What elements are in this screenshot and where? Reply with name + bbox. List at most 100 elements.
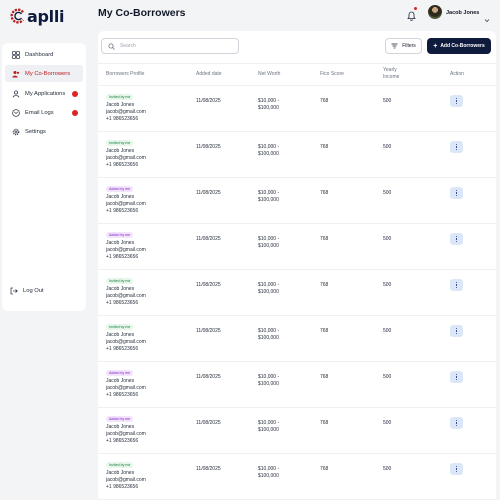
grid-icon [12, 50, 20, 59]
logo[interactable]: aplli [10, 5, 65, 27]
logout-label: Log Out [23, 288, 44, 294]
borrower-email: jacob@gmail.com [106, 201, 146, 208]
borrower-email: jacob@gmail.com [106, 155, 146, 162]
borrower-profile: Jacob Jones jacob@gmail.com +1 986523656 [106, 286, 146, 308]
net-worth-line1: $10,000 - [258, 144, 280, 150]
fico-score: 768 [320, 374, 329, 380]
header-net-worth: Net Worth [258, 71, 281, 77]
sidebar-item-my-co-borrowers[interactable]: My Co-Borrowers [5, 65, 83, 82]
row-actions-button[interactable] [450, 187, 463, 199]
status-badge: Added by me [106, 186, 134, 192]
sidebar-item-label: My Co-Borrowers [25, 70, 71, 77]
fico-score: 768 [320, 236, 329, 242]
net-worth-line1: $10,000 - [258, 98, 280, 104]
avatar[interactable] [428, 5, 442, 19]
borrower-phone: +1 986523656 [106, 346, 139, 353]
filters-button[interactable]: Filters [385, 38, 422, 54]
net-worth-line1: $10,000 - [258, 328, 280, 334]
logout-button[interactable]: Log Out [10, 287, 44, 295]
filters-label: Filters [402, 43, 416, 49]
add-co-borrowers-button[interactable]: + Add Co-Borrowers [427, 38, 491, 54]
mail-icon [12, 108, 20, 117]
sidebar-item-settings[interactable]: Settings [5, 123, 83, 140]
row-actions-button[interactable] [450, 371, 463, 383]
net-worth: $10,000 - $100,000 [258, 190, 279, 204]
search-icon [108, 43, 115, 50]
borrower-name: Jacob Jones [106, 102, 135, 108]
status-badge: Added by me [106, 416, 134, 422]
co-borrowers-card: Filters + Add Co-Borrowers Borrowers Pro… [98, 31, 496, 500]
borrower-email: jacob@gmail.com [106, 293, 146, 300]
fico-score: 768 [320, 144, 329, 150]
row-actions-button[interactable] [450, 95, 463, 107]
user-icon [12, 89, 20, 98]
kebab-menu-icon [455, 328, 458, 334]
logout-icon [10, 287, 18, 295]
header-yearly-income: Yearly Income [383, 67, 399, 81]
sidebar-item-label: My Applications [25, 90, 66, 97]
yearly-income: 500 [383, 282, 392, 288]
fico-score: 768 [320, 328, 329, 334]
borrower-email: jacob@gmail.com [106, 339, 146, 346]
net-worth-line2: $100,000 [258, 381, 279, 387]
borrower-name: Jacob Jones [106, 286, 135, 292]
net-worth: $10,000 - $100,000 [258, 98, 279, 112]
table-row: Invited by me Jacob Jones jacob@gmail.com +… [98, 454, 496, 500]
table-row: Added by me Jacob Jones jacob@gmail.com +1 … [98, 362, 496, 408]
net-worth-line2: $100,000 [258, 427, 279, 433]
row-actions-button[interactable] [450, 141, 463, 153]
borrower-email: jacob@gmail.com [106, 109, 146, 116]
notification-dot [414, 7, 417, 10]
net-worth-line1: $10,000 - [258, 374, 280, 380]
borrower-phone: +1 986523656 [106, 208, 139, 215]
status-badge: Invited by me [106, 462, 134, 468]
status-badge: Invited by me [106, 324, 134, 330]
search-input[interactable] [120, 43, 230, 49]
row-actions-button[interactable] [450, 417, 463, 429]
borrower-email: jacob@gmail.com [106, 477, 146, 484]
net-worth: $10,000 - $100,000 [258, 282, 279, 296]
user-name[interactable]: Jacob Jones [446, 10, 479, 16]
kebab-menu-icon [455, 282, 458, 288]
logo-text: aplli [27, 6, 65, 26]
users-icon [12, 70, 20, 78]
added-date: 11/08/2025 [196, 190, 221, 196]
sidebar-item-email-logs[interactable]: Email Logs [5, 104, 83, 121]
table-row: Invited by me Jacob Jones jacob@gmail.com +… [98, 270, 496, 316]
added-date: 11/08/2025 [196, 374, 221, 380]
sidebar-item-my-applications[interactable]: My Applications [5, 85, 83, 102]
row-actions-button[interactable] [450, 463, 463, 475]
search-box[interactable] [101, 38, 239, 54]
table-header: Borrowers Profile Added date Net Worth F… [98, 63, 496, 86]
sidebar: aplli Dashboard My Co-Borrowers My Appli… [0, 0, 89, 500]
net-worth-line2: $100,000 [258, 105, 279, 111]
sidebar-item-label: Dashboard [25, 51, 54, 58]
borrower-phone: +1 986523656 [106, 300, 139, 307]
row-actions-button[interactable] [450, 233, 463, 245]
header-yearly-income-line1: Yearly [383, 67, 397, 73]
plus-icon: + [433, 42, 438, 50]
borrower-profile: Jacob Jones jacob@gmail.com +1 986523656 [106, 332, 146, 354]
header-added-date: Added date [196, 71, 222, 77]
yearly-income: 500 [383, 328, 392, 334]
row-actions-button[interactable] [450, 279, 463, 291]
row-actions-button[interactable] [450, 325, 463, 337]
net-worth-line2: $100,000 [258, 473, 279, 479]
fico-score: 768 [320, 420, 329, 426]
sidebar-item-dashboard[interactable]: Dashboard [5, 46, 83, 63]
added-date: 11/08/2025 [196, 236, 221, 242]
status-badge: Added by me [106, 232, 134, 238]
net-worth: $10,000 - $100,000 [258, 236, 279, 250]
borrower-profile: Jacob Jones jacob@gmail.com +1 986523656 [106, 378, 146, 400]
yearly-income: 500 [383, 144, 392, 150]
header-fico-score: Fico Score [320, 71, 344, 77]
net-worth: $10,000 - $100,000 [258, 328, 279, 342]
net-worth-line1: $10,000 - [258, 190, 280, 196]
yearly-income: 500 [383, 236, 392, 242]
borrower-phone: +1 986523656 [106, 438, 139, 445]
borrower-name: Jacob Jones [106, 378, 135, 384]
status-badge: Invited by me [106, 140, 134, 146]
chevron-down-icon[interactable] [484, 10, 490, 23]
borrower-email: jacob@gmail.com [106, 431, 146, 438]
borrower-phone: +1 986523656 [106, 484, 139, 491]
